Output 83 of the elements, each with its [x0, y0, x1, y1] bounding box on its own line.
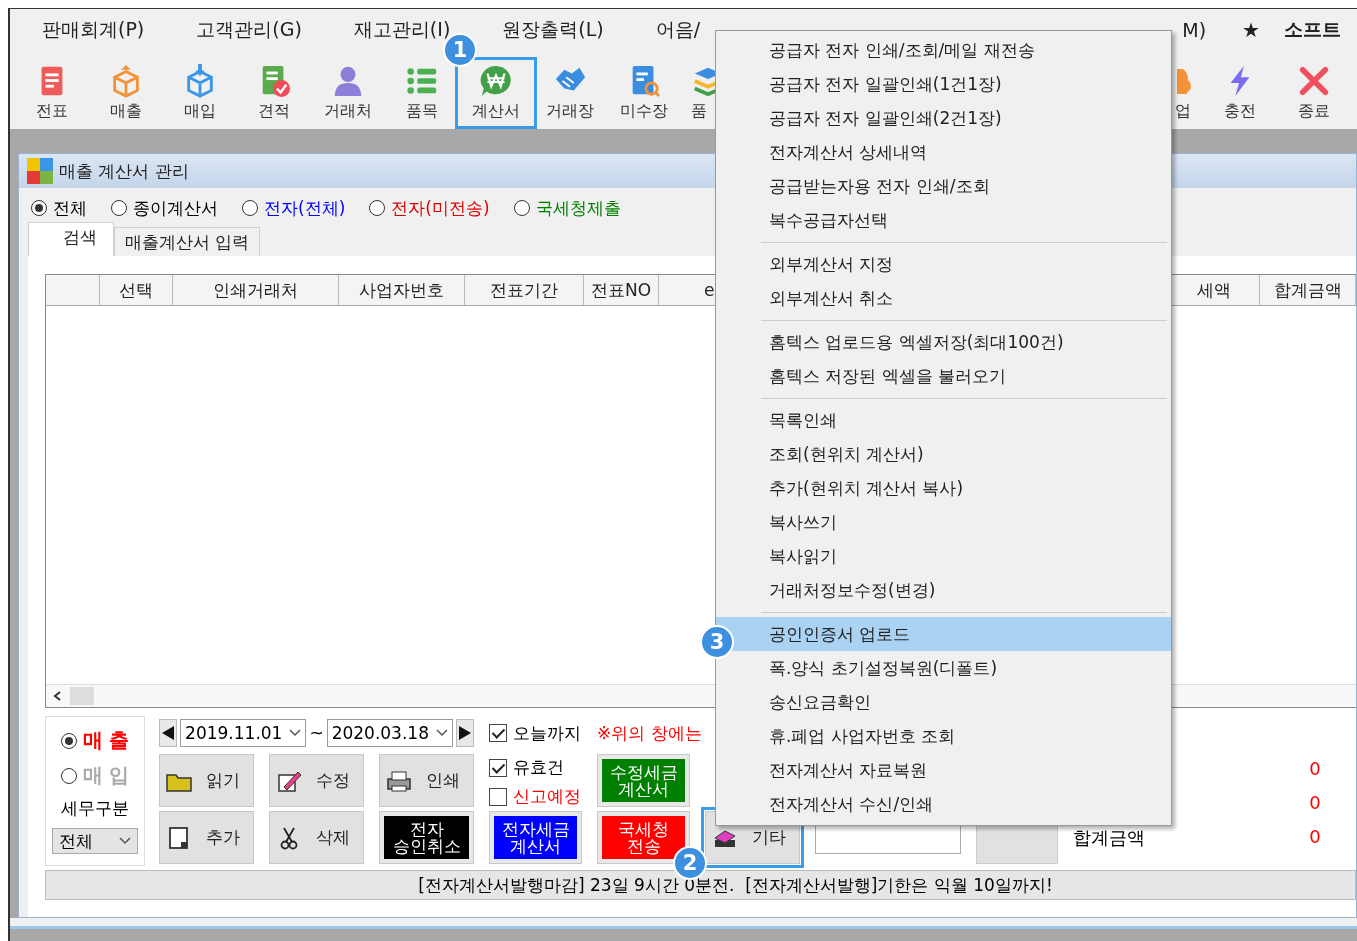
menu-item[interactable]: 휴.폐업 사업자번호 조회: [716, 719, 1171, 753]
toolbar-button[interactable]: 거래처: [311, 61, 385, 125]
warning-text: ※위의 창에는: [597, 721, 702, 745]
menu-item[interactable]: 외부계산서 취소: [716, 281, 1171, 315]
menu-item[interactable]: 조회(현위치 계산서): [716, 437, 1171, 471]
printer-icon: [386, 768, 412, 793]
status-bar: [전자계산서발행마감] 23일 9시간 0분전. [전자계산서발행]기한은 익월 10일까지!: [45, 870, 1356, 900]
menu-item[interactable]: 공급자 전자 인쇄/조회/메일 재전송: [716, 33, 1171, 67]
menu-item[interactable]: 추가(현위치 계산서 복사): [716, 471, 1171, 505]
dropdown[interactable]: 전체: [52, 828, 138, 854]
toolbar-button[interactable]: 삭제: [269, 811, 364, 864]
menu-item[interactable]: 판매회계(P): [16, 17, 171, 43]
menu-item[interactable]: 복사읽기: [716, 539, 1171, 573]
checkbox[interactable]: 유효건: [489, 756, 582, 779]
menu-item[interactable]: 공급자 전자 일괄인쇄(2건1장): [716, 101, 1171, 135]
close-icon: [1297, 64, 1331, 98]
radio-option[interactable]: 매 출: [60, 727, 130, 754]
toolbar-button[interactable]: 읽기: [159, 754, 254, 807]
chevron-icon: [289, 729, 302, 737]
tab[interactable]: 검색: [28, 222, 114, 256]
window-title: 매출 계산서 관리: [59, 159, 189, 183]
date-field[interactable]: 2019.11.01: [180, 719, 307, 747]
arrow-button[interactable]: [455, 719, 474, 747]
checkbox[interactable]: 신고예정: [489, 785, 582, 808]
amount-value: 0: [1308, 792, 1322, 815]
column-header[interactable]: 인쇄거래처: [173, 275, 339, 305]
toolbar-button[interactable]: 매출: [89, 61, 163, 125]
menu-item[interactable]: 송신요금확인: [716, 685, 1171, 719]
column-header[interactable]: 사업자번호: [339, 275, 465, 305]
menu-item[interactable]: 고객관리(G): [170, 17, 328, 43]
amount-value: 0: [1308, 826, 1322, 849]
toolbar-button[interactable]: 인쇄: [379, 754, 474, 807]
radio-option[interactable]: 전자(전체): [242, 196, 346, 220]
menu-item[interactable]: 복사쓰기: [716, 505, 1171, 539]
toolbar-button[interactable]: 매입: [163, 61, 237, 125]
coin-bubble-icon: [479, 64, 513, 98]
menu-item[interactable]: 홈텍스 업로드용 엑셀저장(최대100건): [716, 325, 1171, 359]
arrow-button[interactable]: [159, 719, 178, 747]
right-triangle-icon: [457, 725, 472, 741]
colored-button[interactable]: 수정세금 계산서: [597, 754, 690, 807]
menu-item[interactable]: 공급받는자용 전자 인쇄/조회: [716, 169, 1171, 203]
field-label: 합계금액: [1073, 826, 1146, 850]
amount-value: 0: [1308, 758, 1322, 781]
radio-option[interactable]: 전자(미전송): [369, 196, 490, 220]
column-header[interactable]: 전표기간: [465, 275, 584, 305]
scroll-thumb[interactable]: [70, 687, 94, 705]
column-header[interactable]: 선택: [100, 275, 173, 305]
toolbar-button[interactable]: 추가: [159, 811, 254, 864]
chevron-icon: [435, 729, 448, 737]
menu-item[interactable]: 외부계산서 지정: [716, 247, 1171, 281]
menu-item[interactable]: 거래처정보수정(변경): [716, 573, 1171, 607]
menu-item[interactable]: 복수공급자선택: [716, 203, 1171, 237]
colored-button[interactable]: 전자세금 계산서: [489, 811, 582, 864]
checkbox[interactable]: 오늘까지: [489, 716, 582, 750]
radio-option[interactable]: 종이계산서: [111, 196, 218, 220]
tab[interactable]: 매출계산서 입력: [114, 227, 261, 256]
toolbar-button[interactable]: 거래장: [533, 61, 607, 125]
field-label: 세무구분: [61, 797, 129, 820]
menu-item[interactable]: 공급자 전자 일괄인쇄(1건1장): [716, 67, 1171, 101]
menu-item[interactable]: 소프트: [1284, 17, 1341, 43]
toolbar-button[interactable]: 전표: [15, 61, 89, 125]
app-logo-icon: [27, 158, 53, 184]
star-icon[interactable]: ★: [1242, 18, 1260, 42]
column-header[interactable]: 합계금액: [1260, 275, 1356, 305]
menu-item[interactable]: 홈텍스 저장된 엑셀을 불러오기: [716, 359, 1171, 393]
radio-option[interactable]: 국세청제출: [513, 196, 621, 220]
toolbar-button[interactable]: 미수장: [607, 61, 681, 125]
menu-item[interactable]: M): [1182, 19, 1207, 41]
column-header[interactable]: 전표NO: [584, 275, 659, 305]
chevron-icon: [119, 837, 131, 845]
toolbar-button[interactable]: 수정: [269, 754, 364, 807]
menu-item[interactable]: 목록인쇄: [716, 403, 1171, 437]
colored-button[interactable]: 전자 승인취소: [379, 811, 474, 864]
toolbar-button[interactable]: 종료: [1277, 61, 1351, 125]
left-triangle-icon: [161, 725, 176, 741]
date-field[interactable]: 2020.03.18: [326, 719, 453, 747]
radio-option[interactable]: 전체: [31, 196, 87, 220]
menu-item[interactable]: 전자계산서 상세내역: [716, 135, 1171, 169]
date-separator: ~: [309, 723, 324, 743]
toolbar-button[interactable]: 견적: [237, 61, 311, 125]
menu-item[interactable]: 원장출력(L): [476, 17, 630, 43]
toolbar-button[interactable]: 충전: [1203, 61, 1277, 125]
menu-item[interactable]: 전자계산서 자료복원: [716, 753, 1171, 787]
